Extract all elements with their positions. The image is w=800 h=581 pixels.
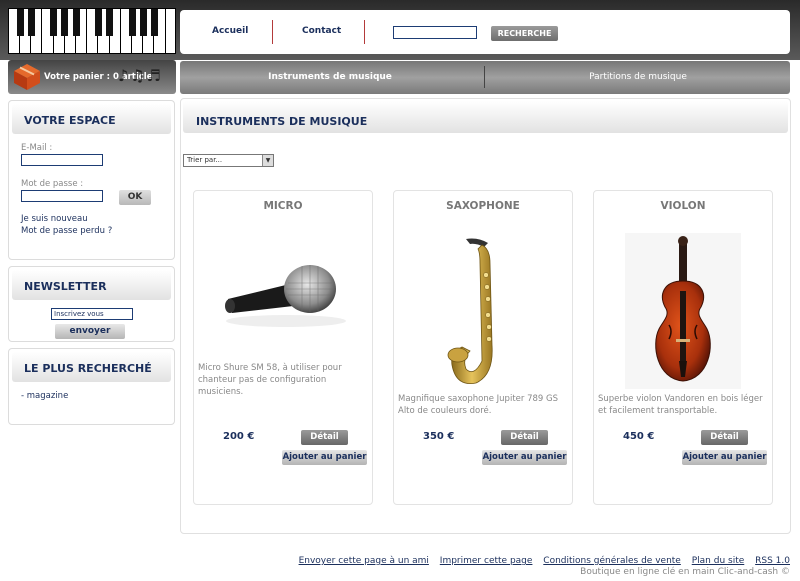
piano-black-key [61,9,69,36]
piano-black-key [139,9,147,36]
search-input[interactable] [393,26,477,39]
piano-black-key [106,9,114,36]
password-field[interactable] [21,190,103,202]
detail-button[interactable]: Détail [701,430,748,445]
newsletter-box: NEWSLETTER Inscrivez vous envoyer [8,266,175,342]
saxophone-image[interactable] [440,235,520,391]
music-notes-icon: ♪♫♬ [118,66,163,85]
detail-button[interactable]: Détail [301,430,348,445]
product-name[interactable]: SAXOPHONE [394,200,572,212]
top-nav: Accueil Contact RECHERCHE [180,10,790,54]
login-button[interactable]: OK [119,190,151,205]
sort-select-label: Trier par... [187,156,223,164]
violin-image[interactable] [625,233,741,389]
popular-title: LE PLUS RECHERCHÉ [24,362,152,375]
product-card: VIOLON Superbe violon Vandoren en bois l… [593,190,773,505]
footer-link-send-friend[interactable]: Envoyer cette page à un ami [299,556,429,566]
email-label: E-Mail : [21,143,53,153]
product-card: MICRO Micro Shure SM 58, à utiliser pour… [193,190,373,505]
piano-black-key [128,9,136,36]
search-button[interactable]: RECHERCHE [491,26,558,41]
lost-password-link[interactable]: Mot de passe perdu ? [21,226,112,236]
footer-copyright: Boutique en ligne clé en main Clic-and-c… [580,567,790,577]
footer-links: Envoyer cette page à un ami Imprimer cet… [291,556,790,566]
piano-black-key [27,9,35,36]
add-to-cart-button[interactable]: Ajouter au panier [682,450,767,465]
piano-black-key [16,9,24,36]
newsletter-header: NEWSLETTER [12,270,171,300]
piano-white-key [165,9,175,53]
nav-accueil[interactable]: Accueil [212,26,248,36]
chevron-down-icon: ▼ [262,155,273,166]
footer-link-rss[interactable]: RSS 1.0 [755,556,790,566]
gift-box-icon [14,64,40,90]
main-content: INSTRUMENTS DE MUSIQUE Trier par... ▼ MI… [180,98,791,534]
piano-logo[interactable] [8,8,176,54]
piano-black-key [94,9,102,36]
cart-widget[interactable]: Votre panier : 0 article ♪♫♬ [8,60,176,94]
nav-separator [272,20,273,44]
account-box: VOTRE ESPACE E-Mail : Mot de passe : OK … [8,100,175,260]
account-header: VOTRE ESPACE [12,104,171,134]
product-description: Magnifique saxophone Jupiter 789 GS Alto… [398,394,558,416]
account-title: VOTRE ESPACE [24,114,116,127]
product-name[interactable]: MICRO [194,200,372,212]
product-description: Micro Shure SM 58, à utiliser pour chant… [198,363,342,397]
sort-select[interactable]: Trier par... ▼ [183,154,274,167]
product-name[interactable]: VIOLON [594,200,772,212]
detail-button[interactable]: Détail [501,430,548,445]
category-separator [484,66,485,88]
popular-header: LE PLUS RECHERCHÉ [12,352,171,382]
popular-box: LE PLUS RECHERCHÉ - magazine [8,348,175,425]
newsletter-send-button[interactable]: envoyer [55,324,125,339]
nav-separator [364,20,365,44]
piano-black-key [72,9,80,36]
category-partitions[interactable]: Partitions de musique [488,72,788,82]
add-to-cart-button[interactable]: Ajouter au panier [482,450,567,465]
footer-link-terms[interactable]: Conditions générales de vente [543,556,681,566]
piano-black-key [50,9,58,36]
add-to-cart-button[interactable]: Ajouter au panier [282,450,367,465]
email-field[interactable] [21,154,103,166]
piano-black-key [150,9,158,36]
category-instruments[interactable]: Instruments de musique [180,72,480,82]
product-price: 350 € [423,431,455,442]
newsletter-input[interactable]: Inscrivez vous [51,308,133,320]
register-link[interactable]: Je suis nouveau [21,214,88,224]
category-bar: Instruments de musique Partitions de mus… [180,61,790,94]
newsletter-title: NEWSLETTER [24,280,107,293]
product-card: SAXOPHONE Magnifique saxophone Jupiter 7… [393,190,573,505]
footer-link-print[interactable]: Imprimer cette page [440,556,533,566]
microphone-image[interactable] [206,243,362,335]
product-price: 450 € [623,431,655,442]
page-title: INSTRUMENTS DE MUSIQUE [196,115,368,128]
product-price: 200 € [223,431,255,442]
product-description: Superbe violon Vandoren en bois léger et… [598,394,763,416]
nav-contact[interactable]: Contact [302,26,341,36]
main-header: INSTRUMENTS DE MUSIQUE [183,101,788,133]
password-label: Mot de passe : [21,179,84,189]
popular-item-magazine[interactable]: - magazine [21,391,68,401]
footer-link-sitemap[interactable]: Plan du site [692,556,745,566]
